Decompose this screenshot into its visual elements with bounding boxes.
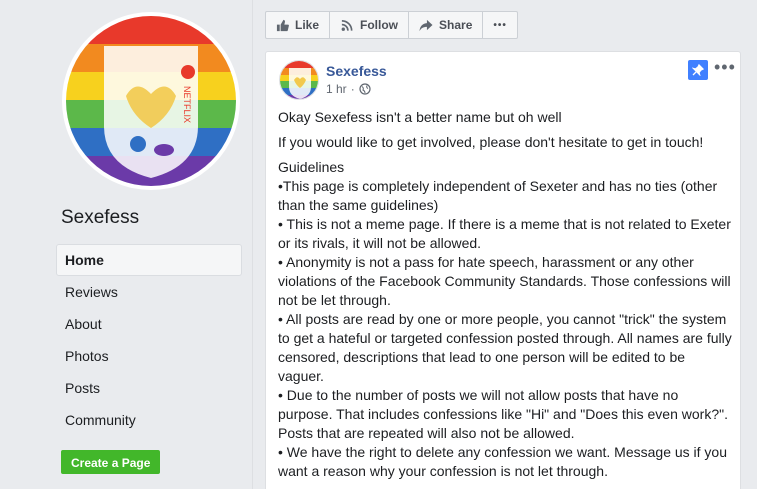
nav-item-home[interactable]: Home bbox=[56, 244, 242, 276]
post-paragraph: If you would like to get involved, pleas… bbox=[278, 134, 704, 150]
nav-item-reviews[interactable]: Reviews bbox=[56, 276, 242, 308]
guidelines-title: Guidelines bbox=[278, 159, 345, 175]
pinned-post-icon[interactable] bbox=[688, 60, 708, 80]
guideline-item: •This page is completely independent of … bbox=[278, 178, 718, 213]
rainbow-logo-icon bbox=[280, 61, 318, 99]
create-page-button[interactable]: Create a Page bbox=[61, 450, 161, 474]
rss-icon bbox=[341, 19, 353, 31]
more-dots-icon: ••• bbox=[493, 19, 507, 31]
follow-button[interactable]: Follow bbox=[330, 12, 410, 38]
nav-item-about[interactable]: About bbox=[56, 308, 242, 340]
page-name[interactable]: Sexefess bbox=[61, 207, 139, 229]
globe-icon[interactable] bbox=[359, 83, 371, 95]
guideline-item: • Due to the number of posts we will not… bbox=[278, 387, 728, 441]
page-avatar[interactable]: NETFLIX bbox=[62, 12, 240, 190]
post-author-avatar[interactable] bbox=[279, 60, 319, 100]
thumbs-up-icon bbox=[276, 19, 289, 31]
svg-text:NETFLIX: NETFLIX bbox=[182, 86, 192, 123]
guideline-item: • Anonymity is not a pass for hate speec… bbox=[278, 254, 731, 308]
nav-item-photos[interactable]: Photos bbox=[56, 340, 242, 372]
page-action-bar: Like Follow Share ••• bbox=[265, 11, 518, 39]
rainbow-logo-icon: NETFLIX bbox=[66, 16, 236, 186]
guideline-item: • We have the right to delete any confes… bbox=[278, 444, 728, 479]
post-timestamp[interactable]: 1 hr bbox=[326, 82, 347, 96]
share-label: Share bbox=[439, 18, 473, 32]
guideline-item: • All posts are read by one or more peop… bbox=[278, 311, 732, 384]
nav-item-posts[interactable]: Posts bbox=[56, 372, 242, 404]
follow-label: Follow bbox=[360, 18, 399, 32]
meta-separator: · bbox=[350, 82, 355, 96]
pin-icon bbox=[692, 64, 704, 76]
post-paragraph: Okay Sexefess isn't a better name but oh… bbox=[278, 109, 562, 125]
share-arrow-icon bbox=[419, 19, 433, 31]
post-text: Okay Sexefess isn't a better name but oh… bbox=[278, 108, 733, 481]
guideline-item: • This is not a meme page. If there is a… bbox=[278, 216, 731, 251]
page-nav: Home Reviews About Photos Posts Communit… bbox=[56, 244, 242, 436]
post-author-name[interactable]: Sexefess bbox=[326, 63, 387, 79]
pinned-post-card: Sexefess 1 hr · ••• Okay Sexefess isn't … bbox=[265, 51, 741, 489]
left-sidebar: NETFLIX Sexefess Home Reviews About Phot… bbox=[0, 0, 253, 489]
like-label: Like bbox=[295, 18, 320, 32]
like-button[interactable]: Like bbox=[266, 12, 331, 38]
more-actions-button[interactable]: ••• bbox=[483, 12, 517, 38]
nav-item-community[interactable]: Community bbox=[56, 404, 242, 436]
post-meta: 1 hr · bbox=[326, 82, 371, 96]
post-options-button[interactable]: ••• bbox=[714, 57, 736, 77]
share-button[interactable]: Share bbox=[409, 12, 484, 38]
